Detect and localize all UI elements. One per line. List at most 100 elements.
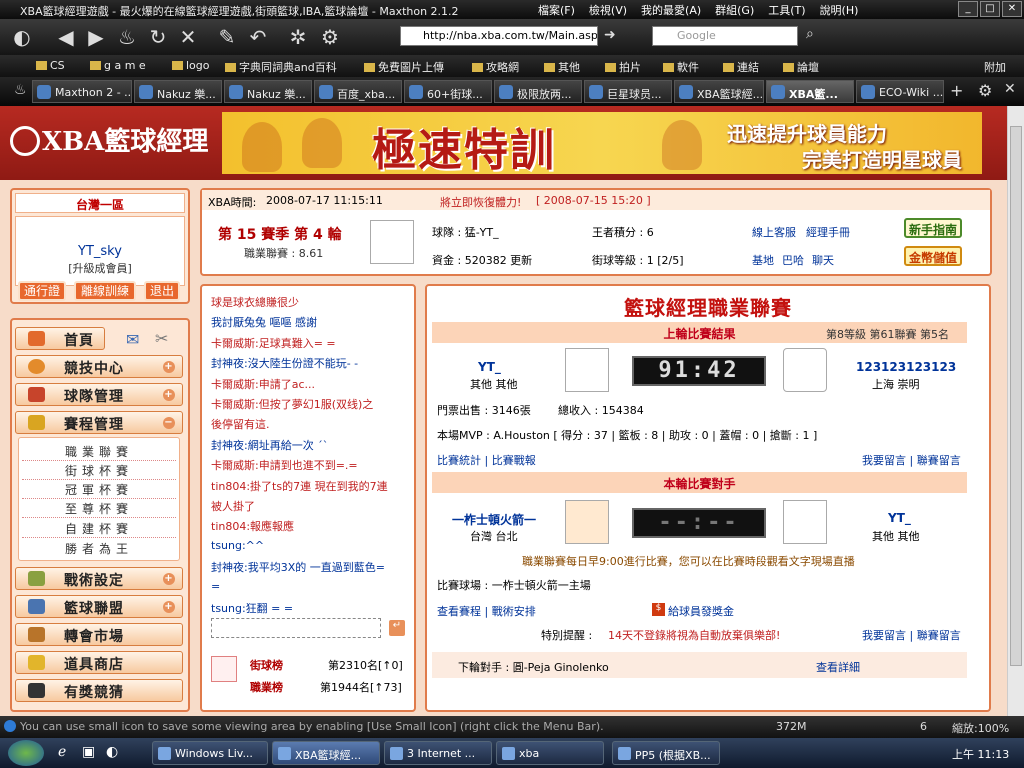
menu-groups[interactable]: 群組(G)	[715, 2, 754, 18]
site-logo[interactable]: XBA籃球經理	[10, 121, 208, 158]
browser-tab[interactable]: 极限放两...	[494, 80, 582, 103]
browser-tab[interactable]: Nakuz 樂...	[224, 80, 312, 103]
schedule-tactics-links[interactable]: 查看賽程 | 戰術安排	[437, 603, 536, 619]
tab-options-icon[interactable]: ⚙	[978, 81, 992, 100]
forward-icon[interactable]: ▶	[84, 25, 108, 49]
chat-input[interactable]	[211, 618, 381, 638]
menu-tools[interactable]: 工具(T)	[768, 2, 805, 18]
next-home-logo[interactable]	[565, 500, 609, 544]
flame-icon[interactable]: ♨	[115, 25, 139, 49]
browser-tab[interactable]: Nakuz 樂...	[134, 80, 222, 103]
go-arrow-icon[interactable]: ➜	[604, 27, 616, 43]
chat-link[interactable]: 聊天	[812, 252, 834, 268]
fav-folder[interactable]: 其他	[544, 59, 580, 75]
ie-quicklaunch-icon[interactable]: ℯ	[58, 744, 66, 760]
submenu-custom-cup[interactable]: 自建杯賽	[22, 520, 176, 538]
fav-folder[interactable]: 攻略網	[472, 59, 519, 75]
nav-transfer[interactable]: 轉會市場	[15, 623, 183, 646]
fav-folder[interactable]: 字典同詞典and百科	[225, 59, 337, 75]
away-team-name[interactable]: 123123123123	[856, 360, 956, 374]
fav-folder[interactable]: 連結	[723, 59, 759, 75]
desktop-quicklaunch-icon[interactable]: ▣	[82, 744, 95, 760]
offline-training-button[interactable]: 離線訓練	[74, 281, 136, 301]
fav-folder[interactable]: logo	[172, 59, 210, 72]
stop-icon[interactable]: ✕	[176, 25, 200, 49]
submenu-street-cup[interactable]: 街球杯賽	[22, 462, 176, 480]
passport-button[interactable]: 通行證	[18, 281, 66, 301]
plugin-icon[interactable]: ✲	[286, 25, 310, 49]
menu-favorites[interactable]: 我的最愛(A)	[641, 2, 701, 18]
message-links-2[interactable]: 我要留言 | 聯賽留言	[862, 627, 961, 643]
nav-schedule[interactable]: 賽程管理 −	[15, 411, 183, 434]
message-links[interactable]: 我要留言 | 聯賽留言	[862, 452, 961, 468]
next-home-team[interactable]: 一柞士頓火箭一	[452, 511, 536, 528]
menu-view[interactable]: 檢視(V)	[589, 2, 627, 18]
match-stats-links[interactable]: 比賽統計 | 比賽戰報	[437, 452, 536, 468]
home-team-name[interactable]: YT_	[478, 360, 501, 374]
mail-icon[interactable]: ✉	[126, 330, 139, 349]
zoom-level[interactable]: 縮放:100%	[952, 720, 1009, 736]
minimize-icon[interactable]: _	[958, 1, 978, 17]
search-icon[interactable]: ⌕	[806, 26, 814, 42]
taskbar-item[interactable]: xba	[496, 741, 604, 765]
page-scrollbar[interactable]	[1007, 106, 1024, 716]
menu-file[interactable]: 檔案(F)	[538, 2, 575, 18]
base-link[interactable]: 基地	[752, 252, 774, 268]
maxthon-logo-icon[interactable]: ◐	[10, 25, 34, 49]
promo-banner[interactable]: 極速特訓 迅速提升球員能力 完美打造明星球員	[222, 112, 982, 174]
start-button[interactable]	[8, 740, 44, 766]
nav-tactics[interactable]: 戰術設定 +	[15, 567, 183, 590]
submenu-winner[interactable]: 勝者為王	[22, 540, 176, 557]
newbie-guide-button[interactable]: 新手指南	[904, 218, 962, 238]
fav-folder[interactable]: 軟件	[663, 59, 699, 75]
gold-topup-button[interactable]: 金幣儲值	[904, 246, 962, 266]
manual-link[interactable]: 經理手冊	[806, 224, 850, 240]
next-away-logo[interactable]	[783, 500, 827, 544]
nav-team[interactable]: 球隊管理 +	[15, 383, 183, 406]
nav-quiz[interactable]: 有獎競猜	[15, 679, 183, 702]
away-team-logo[interactable]	[783, 348, 827, 392]
fav-addon[interactable]: 附加	[984, 59, 1006, 75]
send-icon[interactable]: ↵	[389, 620, 405, 636]
close-icon[interactable]: ✕	[1002, 1, 1022, 17]
upgrade-link[interactable]: [升級成會員]	[12, 260, 188, 276]
bonus-link[interactable]: 給球員發獎金	[668, 603, 734, 619]
fav-folder[interactable]: CS	[36, 59, 65, 72]
browser-tab[interactable]: 60+街球...	[404, 80, 492, 103]
taskbar-item-active[interactable]: XBA籃球經...	[272, 741, 380, 765]
team-name[interactable]: 球隊 : 猛-YT_	[432, 224, 499, 240]
scrollbar-thumb[interactable]	[1010, 126, 1022, 666]
browser-tab[interactable]: ECO-Wiki ...	[856, 80, 944, 103]
address-bar[interactable]: http://nba.xba.com.tw/Main.asp	[400, 26, 598, 46]
menu-help[interactable]: 說明(H)	[820, 2, 859, 18]
fav-folder[interactable]: 免費圖片上傳	[364, 59, 444, 75]
browser-tab[interactable]: XBA籃球經...	[674, 80, 764, 103]
taskbar-item[interactable]: 3 Internet ...	[384, 741, 492, 765]
browser-tab-active[interactable]: XBA籃...	[766, 80, 854, 103]
fav-folder[interactable]: 論壇	[783, 59, 819, 75]
service-link[interactable]: 線上客服	[752, 224, 796, 240]
tab-close-icon[interactable]: ✕	[1004, 81, 1016, 97]
clock[interactable]: 上午 11:13	[952, 746, 1009, 762]
taskbar-item[interactable]: PP5 (根据XB...	[612, 741, 720, 765]
nav-home[interactable]: 首頁	[15, 327, 105, 350]
nav-alliance[interactable]: 籃球聯盟 +	[15, 595, 183, 618]
view-detail-link[interactable]: 查看詳細	[816, 659, 860, 675]
home-team-logo[interactable]	[565, 348, 609, 392]
nav-arena[interactable]: 競技中心 +	[15, 355, 183, 378]
refresh-icon[interactable]: ↻	[146, 25, 170, 49]
back-icon[interactable]: ◀	[54, 25, 78, 49]
maxthon-quicklaunch-icon[interactable]: ◐	[106, 744, 118, 760]
tools-icon[interactable]: ✂	[155, 329, 168, 348]
browser-tab[interactable]: 百度_xba...	[314, 80, 402, 103]
maximize-icon[interactable]: □	[980, 1, 1000, 17]
logout-button[interactable]: 退出	[144, 281, 180, 301]
settings-gear-icon[interactable]: ⚙	[318, 25, 342, 49]
submenu-champion-cup[interactable]: 冠軍杯賽	[22, 481, 176, 499]
bahamut-link[interactable]: 巴哈	[782, 252, 804, 268]
new-tab-icon[interactable]: +	[950, 81, 963, 100]
submenu-supreme-cup[interactable]: 至尊杯賽	[22, 500, 176, 518]
next-away-team[interactable]: YT_	[888, 511, 911, 525]
fav-folder[interactable]: 拍片	[605, 59, 641, 75]
browser-tab[interactable]: Maxthon 2 - ...	[32, 80, 132, 103]
